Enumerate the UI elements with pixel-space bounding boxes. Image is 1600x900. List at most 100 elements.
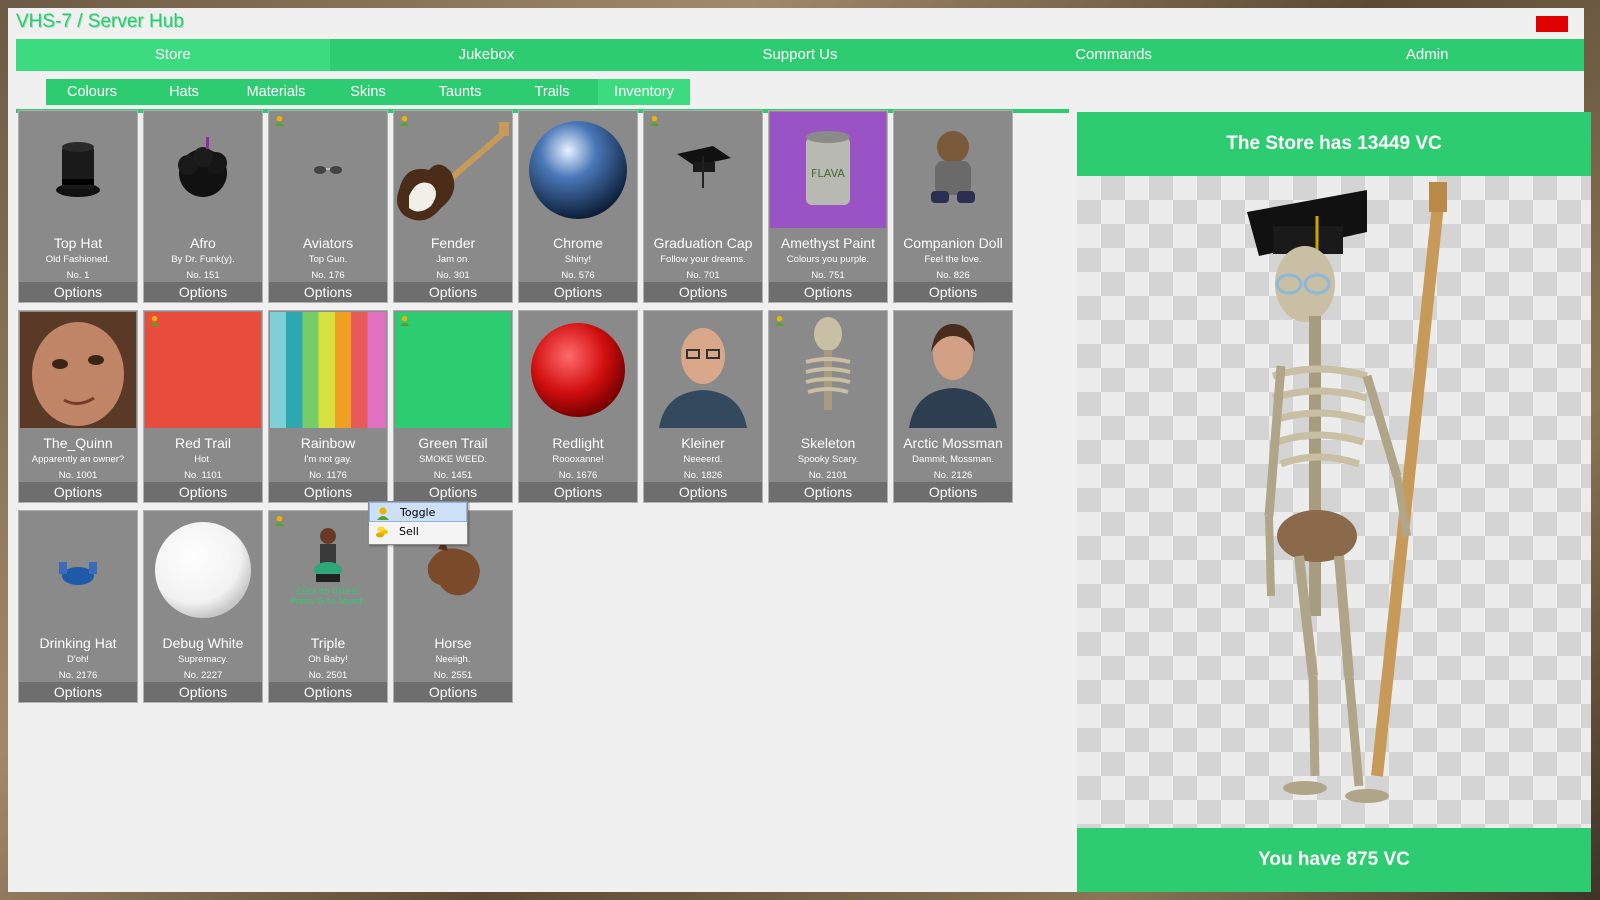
item-description: D'oh!: [67, 654, 89, 665]
item-description: Shiny!: [564, 254, 592, 265]
item-card-skeleton[interactable]: Skeleton Spooky Scary. No. 2101 Options: [768, 310, 888, 503]
options-button[interactable]: Options: [644, 282, 762, 302]
options-button[interactable]: Options: [19, 682, 137, 702]
subtab-taunts[interactable]: Taunts: [414, 79, 506, 105]
options-button[interactable]: Options: [269, 282, 387, 302]
model-preview[interactable]: [1077, 176, 1591, 828]
item-card-kleiner[interactable]: Kleiner Neeeerd. No. 1826 Options: [643, 310, 763, 503]
options-button[interactable]: Options: [894, 282, 1012, 302]
item-description: Supremacy.: [178, 654, 228, 665]
item-number: No. 1101: [184, 470, 222, 481]
item-number: No. 1: [66, 270, 90, 281]
options-button[interactable]: Options: [644, 482, 762, 502]
item-card-graduation-cap[interactable]: Graduation Cap Follow your dreams. No. 7…: [643, 110, 763, 303]
item-card-the-quinn[interactable]: The_Quinn Apparently an owner? No. 1001 …: [18, 310, 138, 503]
item-number: No. 751: [811, 270, 845, 281]
tab-commands[interactable]: Commands: [957, 39, 1271, 71]
window-title: VHS-7 / Server Hub: [16, 11, 184, 32]
item-description: By Dr. Funk(y).: [171, 254, 235, 265]
tab-store[interactable]: Store: [16, 39, 330, 71]
item-card-fender[interactable]: Fender Jam on. No. 301 Options: [393, 110, 513, 303]
triple-taunt-hint: Press G to taunt.: [290, 597, 365, 607]
top-hat-image: [20, 112, 136, 228]
subtab-colours[interactable]: Colours: [46, 79, 138, 105]
item-card-companion-doll[interactable]: Companion Doll Feel the love. No. 826 Op…: [893, 110, 1013, 303]
item-card-aviators[interactable]: Aviators Top Gun. No. 176 Options: [268, 110, 388, 303]
item-description: SMOKE WEED.: [418, 454, 488, 465]
item-description: Neeiigh.: [435, 654, 471, 665]
preview-panel: The Store has 13449 VC You have 875 VC: [1077, 112, 1591, 892]
item-card-debug-white[interactable]: Debug White Supremacy. No. 2227 Options: [143, 510, 263, 703]
store-balance: The Store has 13449 VC: [1077, 112, 1591, 176]
fender-guitar-image: [395, 112, 511, 228]
options-button[interactable]: Options: [269, 682, 387, 702]
item-name: Horse: [434, 635, 472, 651]
item-card-rainbow[interactable]: Rainbow I'm not gay. No. 1176 Options: [268, 310, 388, 503]
owned-user-icon: [399, 115, 410, 126]
item-description: Follow your dreams.: [660, 254, 746, 265]
owned-user-icon: [149, 315, 160, 326]
item-description: Colours you purple.: [786, 254, 870, 265]
amethyst-paint-image: FLAVA: [770, 112, 886, 228]
item-description: Dammit, Mossman.: [912, 454, 994, 465]
item-number: No. 301: [436, 270, 470, 281]
item-description: Hot.: [194, 454, 212, 465]
item-description: I'm not gay.: [303, 454, 353, 465]
item-card-chrome[interactable]: Chrome Shiny! No. 576 Options: [518, 110, 638, 303]
item-number: No. 2227: [183, 670, 223, 681]
options-button[interactable]: Options: [144, 482, 262, 502]
options-button[interactable]: Options: [894, 482, 1012, 502]
item-card-amethyst-paint[interactable]: FLAVA Amethyst Paint Colours you purple.…: [768, 110, 888, 303]
item-description: Oh Baby!: [308, 654, 348, 665]
options-button[interactable]: Options: [394, 282, 512, 302]
options-button[interactable]: Options: [519, 282, 637, 302]
item-description: Jam on.: [436, 254, 470, 265]
subtab-materials[interactable]: Materials: [230, 79, 322, 105]
context-toggle-item[interactable]: Toggle: [369, 502, 467, 522]
item-description: Spooky Scary.: [797, 454, 859, 465]
item-description: Neeeerd.: [683, 454, 723, 465]
subtab-inventory[interactable]: Inventory: [598, 79, 690, 105]
user-balance: You have 875 VC: [1077, 828, 1591, 892]
user-icon: [377, 507, 389, 520]
main-tab-bar: Store Jukebox Support Us Commands Admin: [16, 39, 1584, 71]
item-card-red-trail[interactable]: Red Trail Hot. No. 1101 Options: [143, 310, 263, 503]
item-card-afro[interactable]: Afro By Dr. Funk(y). No. 151 Options: [143, 110, 263, 303]
options-button[interactable]: Options: [19, 482, 137, 502]
options-button[interactable]: Options: [769, 482, 887, 502]
item-card-top-hat[interactable]: Top Hat Old Fashioned. No. 1 Options: [18, 110, 138, 303]
the-quinn-face-image: [20, 312, 136, 428]
context-sell-item[interactable]: Sell: [369, 522, 467, 542]
options-button[interactable]: Options: [19, 282, 137, 302]
item-name: Fender: [430, 235, 476, 251]
item-number: No. 2551: [433, 670, 473, 681]
item-number: No. 2501: [308, 670, 348, 681]
afro-image: [145, 112, 261, 228]
options-button[interactable]: Options: [394, 482, 512, 502]
options-button[interactable]: Options: [394, 682, 512, 702]
item-name: Afro: [190, 235, 216, 251]
options-button[interactable]: Options: [269, 482, 387, 502]
subtab-trails[interactable]: Trails: [506, 79, 598, 105]
options-button[interactable]: Options: [519, 482, 637, 502]
item-name: Top Hat: [53, 235, 103, 251]
tab-admin[interactable]: Admin: [1270, 39, 1584, 71]
subtab-skins[interactable]: Skins: [322, 79, 414, 105]
item-card-green-trail[interactable]: Green Trail SMOKE WEED. No. 1451 Options: [393, 310, 513, 503]
options-button[interactable]: Options: [144, 682, 262, 702]
item-name: Graduation Cap: [653, 235, 753, 251]
debug-white-sphere-image: [145, 512, 261, 628]
close-button[interactable]: [1536, 16, 1568, 32]
item-card-redlight[interactable]: Redlight Roooxanne! No. 1676 Options: [518, 310, 638, 503]
tab-support-us[interactable]: Support Us: [643, 39, 957, 71]
tab-jukebox[interactable]: Jukebox: [330, 39, 644, 71]
item-name: Amethyst Paint: [780, 235, 876, 251]
subtab-hats[interactable]: Hats: [138, 79, 230, 105]
options-button[interactable]: Options: [769, 282, 887, 302]
skeleton-model-image: [770, 312, 886, 428]
item-card-arctic-mossman[interactable]: Arctic Mossman Dammit, Mossman. No. 2126…: [893, 310, 1013, 503]
options-button[interactable]: Options: [144, 282, 262, 302]
item-description: Feel the love.: [924, 254, 982, 265]
item-name: The_Quinn: [43, 435, 113, 451]
item-card-drinking-hat[interactable]: Drinking Hat D'oh! No. 2176 Options: [18, 510, 138, 703]
